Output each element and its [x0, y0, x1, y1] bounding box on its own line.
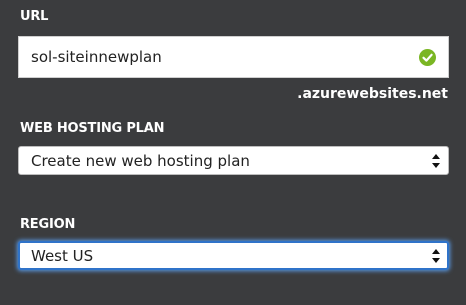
- check-circle-icon: [419, 49, 436, 66]
- region-select[interactable]: West US: [18, 241, 449, 270]
- form-panel: URL sol-siteinnewplan .azurewebsites.net…: [0, 0, 466, 305]
- url-label: URL: [20, 9, 49, 24]
- region-selected: West US: [31, 247, 94, 265]
- url-input[interactable]: sol-siteinnewplan: [18, 36, 449, 78]
- select-arrows-icon: [432, 248, 440, 263]
- select-arrows-icon: [432, 153, 440, 168]
- web-hosting-plan-selected: Create new web hosting plan: [31, 152, 250, 170]
- web-hosting-plan-select[interactable]: Create new web hosting plan: [18, 146, 449, 175]
- web-hosting-plan-label: WEB HOSTING PLAN: [20, 121, 165, 136]
- url-input-value: sol-siteinnewplan: [31, 48, 162, 66]
- domain-suffix: .azurewebsites.net: [297, 86, 448, 102]
- region-label: REGION: [20, 217, 76, 232]
